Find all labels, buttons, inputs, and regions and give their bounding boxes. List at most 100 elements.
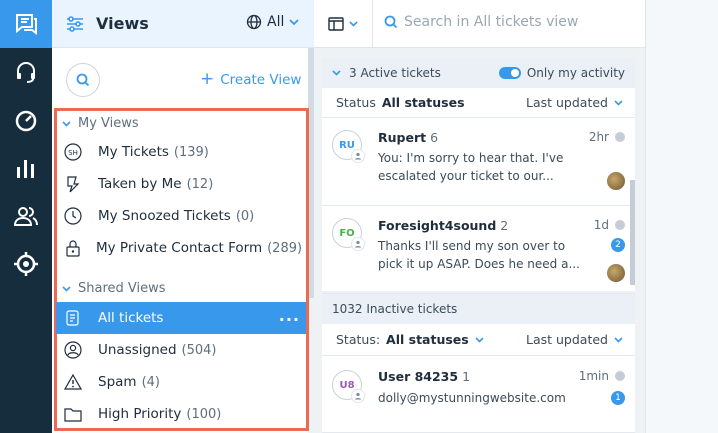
- toggle-label: Only my activity: [526, 66, 625, 80]
- chevron-down-icon[interactable]: [475, 336, 484, 343]
- chevron-down-icon: [62, 285, 71, 292]
- sort-label: Last updated: [526, 95, 608, 110]
- chevron-down-icon: [614, 336, 623, 343]
- scope-dropdown[interactable]: All: [246, 14, 299, 30]
- status-label: Status:: [336, 332, 381, 347]
- only-my-activity-toggle[interactable]: Only my activity: [498, 66, 625, 80]
- ticket-list-scrollbar[interactable]: [630, 180, 635, 285]
- avatar: RU: [332, 130, 365, 163]
- views-search-button[interactable]: [66, 63, 100, 97]
- folder-icon: [62, 403, 84, 425]
- view-label: Unassigned: [98, 342, 177, 358]
- shared-views-section-toggle[interactable]: Shared Views: [62, 281, 166, 296]
- view-spam[interactable]: Spam (4): [56, 366, 306, 398]
- rail-settings[interactable]: [0, 240, 52, 288]
- view-label: My Snoozed Tickets: [98, 208, 231, 224]
- tickets-icon: [62, 307, 84, 329]
- inactive-tickets-header: 1032 Inactive tickets: [322, 294, 635, 324]
- dashboard-icon: [15, 110, 37, 132]
- my-views-title: My Views: [78, 116, 139, 131]
- rail-contacts[interactable]: [0, 192, 52, 240]
- user-icon: [351, 237, 365, 251]
- sort-label: Last updated: [526, 332, 608, 347]
- view-taken-by-me[interactable]: Taken by Me (12): [56, 168, 306, 200]
- agent-avatar: [607, 172, 625, 190]
- avatar: FO: [332, 218, 365, 251]
- chevron-down-icon: [332, 70, 341, 76]
- rail-support[interactable]: [0, 48, 52, 96]
- layout-icon: [328, 17, 344, 31]
- ticket-message: You: I'm sorry to hear that. I've escala…: [378, 151, 564, 183]
- view-my-private-contact-form[interactable]: My Private Contact Form (289): [56, 232, 306, 264]
- unread-badge: 2: [611, 238, 625, 252]
- my-views-section-toggle[interactable]: My Views: [62, 116, 139, 131]
- clock-icon: [62, 205, 84, 227]
- view-all-tickets[interactable]: All tickets ···: [56, 302, 306, 334]
- views-title: Views: [96, 14, 149, 33]
- ticket-row[interactable]: FO Foresight4sound 2 1d Thanks I'll send …: [322, 206, 635, 294]
- active-tickets-header[interactable]: 3 Active tickets Only my activity: [322, 58, 635, 88]
- view-count: (12): [186, 176, 214, 192]
- view-count: (4): [141, 374, 160, 390]
- view-my-snoozed-tickets[interactable]: My Snoozed Tickets (0): [56, 200, 306, 232]
- ticket-message: Thanks I'll send my son over to pick it …: [378, 239, 580, 271]
- taken-icon: [62, 173, 84, 195]
- view-count: (100): [186, 406, 222, 422]
- view-count: (504): [181, 342, 217, 358]
- filter-sliders-icon[interactable]: [65, 14, 85, 34]
- inactive-filter-row: Status: All statuses Last updated: [322, 324, 635, 356]
- view-count: (139): [173, 144, 209, 160]
- inactive-tickets-title: 1032 Inactive tickets: [332, 302, 458, 316]
- layout-toggle-button[interactable]: [314, 0, 373, 48]
- rail-reports[interactable]: [0, 144, 52, 192]
- ticket-row[interactable]: U8 User 84235 1 1min dolly@mystunningwebs…: [322, 356, 635, 433]
- settings-icon: [14, 252, 38, 276]
- ticket-time: 2hr: [588, 130, 609, 144]
- chevron-down-icon: [349, 21, 358, 27]
- view-label: Taken by Me: [98, 176, 182, 192]
- status-dot-icon: [615, 220, 625, 230]
- avatar-initials: FO: [339, 227, 355, 239]
- view-count: (289): [267, 240, 303, 256]
- status-dot-icon: [615, 132, 625, 142]
- view-label: My Private Contact Form: [96, 240, 263, 256]
- view-unassigned[interactable]: Unassigned (504): [56, 334, 306, 366]
- ticket-search-input[interactable]: Search in All tickets view: [384, 14, 578, 30]
- ticket-name: Foresight4sound 2: [378, 218, 509, 233]
- lock-icon: [62, 237, 84, 259]
- chat-icon: [16, 14, 37, 35]
- view-count: (0): [235, 208, 255, 224]
- user-icon: [351, 149, 365, 163]
- views-header: Views All: [52, 0, 314, 48]
- rail-chat[interactable]: [0, 0, 52, 48]
- more-options-icon[interactable]: ···: [279, 310, 300, 329]
- active-filter-row: Status All statuses Last updated: [322, 88, 635, 118]
- sh-icon: SH: [62, 141, 84, 163]
- active-tickets-group: 3 Active tickets Only my activity Status…: [322, 58, 635, 294]
- ticket-list-header: Search in All tickets view: [314, 0, 645, 48]
- status-filter[interactable]: All statuses: [386, 332, 469, 347]
- contacts-icon: [13, 207, 38, 226]
- user-icon: [62, 339, 84, 361]
- ticket-row[interactable]: RU Rupert 6 2hr You: I'm sorry to hear th…: [322, 118, 635, 206]
- inactive-tickets-group: 1032 Inactive tickets Status: All status…: [322, 294, 635, 433]
- toggle-switch[interactable]: [498, 67, 521, 79]
- sort-dropdown[interactable]: Last updated: [526, 95, 623, 110]
- status-filter[interactable]: All statuses: [382, 95, 465, 110]
- view-label: My Tickets: [98, 144, 169, 160]
- create-view-button[interactable]: + Create View: [200, 71, 301, 88]
- ticket-list-panel: Search in All tickets view 3 Active tick…: [314, 0, 645, 433]
- avatar-initials: RU: [339, 139, 355, 151]
- rail-dashboard[interactable]: [0, 96, 52, 144]
- reports-icon: [17, 160, 34, 178]
- avatar-initials: U8: [339, 379, 355, 391]
- active-tickets-title: 3 Active tickets: [349, 66, 441, 80]
- agent-avatar: [607, 264, 625, 282]
- view-my-tickets[interactable]: SH My Tickets (139): [56, 136, 306, 168]
- warning-icon: [62, 371, 84, 393]
- sort-dropdown[interactable]: Last updated: [526, 332, 623, 347]
- plus-icon: +: [200, 69, 215, 89]
- unread-badge: 1: [611, 391, 625, 405]
- view-high-priority[interactable]: High Priority (100): [56, 398, 306, 430]
- globe-icon: [246, 14, 262, 30]
